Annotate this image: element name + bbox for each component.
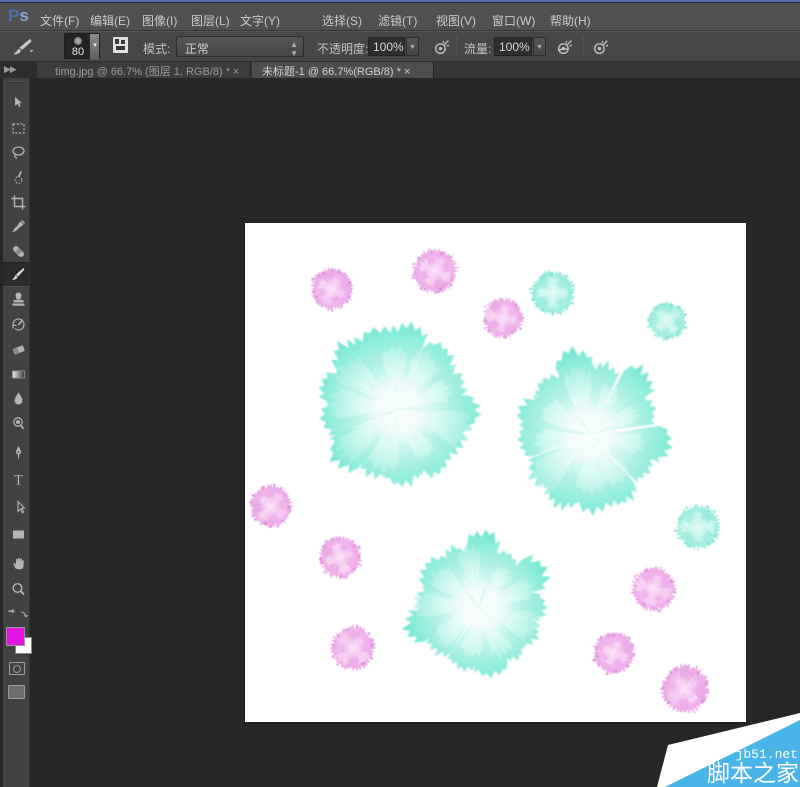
svg-text:T: T bbox=[14, 473, 23, 489]
svg-text:脚本之家: 脚本之家 bbox=[707, 760, 799, 786]
